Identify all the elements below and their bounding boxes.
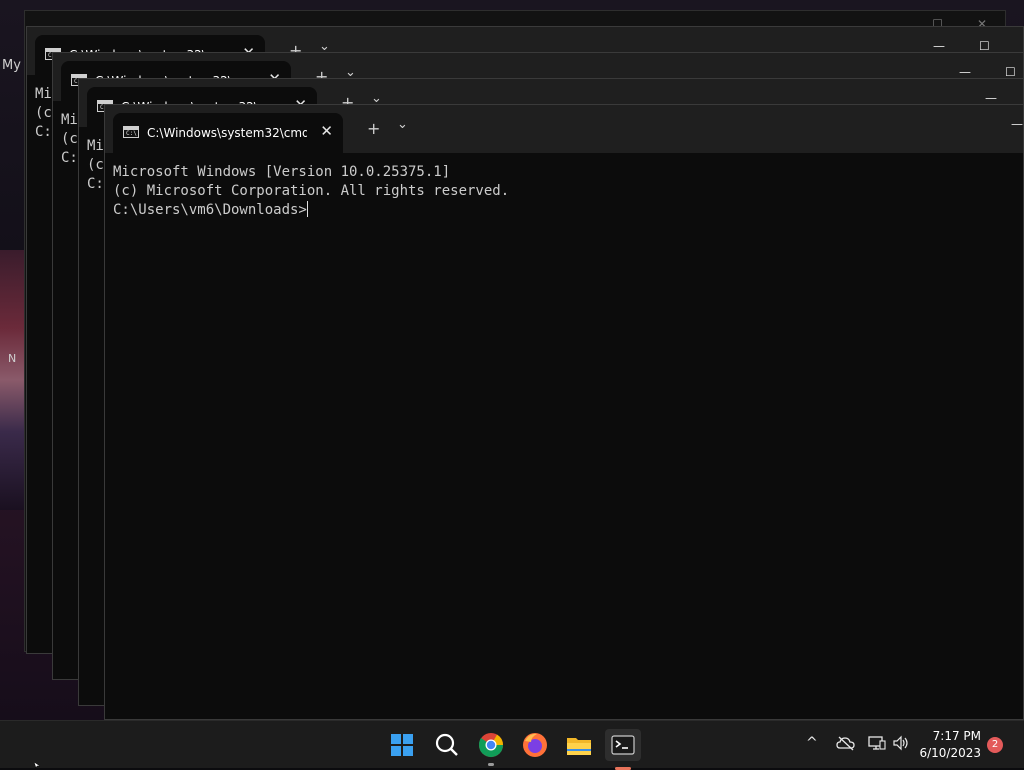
minimize-button[interactable]: — (933, 39, 945, 53)
onedrive-offline-icon[interactable] (836, 735, 856, 755)
terminal-output[interactable]: Microsoft Windows [Version 10.0.25375.1]… (113, 163, 509, 220)
terminal-line: C: (87, 176, 104, 192)
terminal-line: Mi (35, 86, 52, 102)
terminal-output[interactable]: Mi (c C: (35, 85, 52, 142)
tab-cmd-active[interactable]: C:\ C:\Windows\system32\cmd.exe ✕ (113, 113, 343, 153)
title-bar[interactable]: C:\ C:\Windows\system32\cmd.exe ✕ + ⌄ — (105, 105, 1023, 153)
folder-icon (567, 738, 591, 755)
running-indicator (488, 763, 494, 766)
terminal-prompt-line[interactable]: C:\Users\vm6\Downloads> (113, 201, 509, 220)
terminal-line: (c (61, 131, 78, 147)
terminal-line: Mi (87, 138, 104, 154)
mouse-pointer-icon (34, 762, 41, 768)
taskbar: ^ 7:17 PM 6/10/2023 2 (0, 720, 1024, 770)
cmd-icon: C:\ (123, 126, 139, 138)
network-icon[interactable] (868, 735, 886, 755)
minimize-button[interactable]: — (1011, 117, 1023, 131)
minimize-button[interactable]: — (959, 65, 971, 79)
text-cursor (306, 201, 308, 217)
clock-time[interactable]: 7:17 PM (933, 729, 981, 743)
windows-logo-icon (391, 734, 413, 756)
desktop-icon-label[interactable]: N (8, 352, 16, 365)
tab-title: C:\Windows\system32\cmd.exe (147, 126, 307, 140)
terminal-output[interactable]: Mi (c C: (61, 111, 78, 168)
terminal-button[interactable] (605, 729, 641, 770)
chrome-icon (478, 733, 503, 758)
start-button[interactable] (386, 729, 418, 761)
terminal-line: (c (35, 105, 52, 121)
tab-dropdown-button[interactable]: ⌄ (397, 117, 408, 132)
terminal-icon (611, 735, 635, 755)
search-button[interactable] (431, 729, 463, 761)
firefox-button[interactable] (519, 729, 551, 761)
search-icon (435, 733, 458, 756)
clock-date[interactable]: 6/10/2023 (919, 746, 981, 760)
terminal-window-active[interactable]: C:\ C:\Windows\system32\cmd.exe ✕ + ⌄ — … (104, 104, 1024, 720)
maximize-button[interactable]: ☐ (979, 39, 990, 53)
terminal-line: C: (61, 150, 78, 166)
new-tab-button[interactable]: + (367, 119, 380, 138)
volume-icon[interactable] (892, 735, 910, 755)
terminal-line: Mi (61, 112, 78, 128)
file-explorer-button[interactable] (563, 729, 595, 761)
firefox-icon (523, 733, 547, 757)
show-hidden-icons-chevron-icon[interactable]: ^ (806, 735, 818, 751)
terminal-line: C: (35, 124, 52, 140)
desktop-icon-label[interactable]: My (2, 58, 21, 73)
terminal-line: (c (87, 157, 104, 173)
minimize-button[interactable]: — (985, 91, 997, 105)
notification-badge[interactable]: 2 (987, 737, 1003, 753)
terminal-output[interactable]: Mi (c C: (87, 137, 104, 194)
terminal-line-version: Microsoft Windows [Version 10.0.25375.1] (113, 164, 451, 180)
close-tab-icon[interactable]: ✕ (320, 122, 333, 140)
chrome-button[interactable] (475, 729, 507, 766)
terminal-line-copyright: (c) Microsoft Corporation. All rights re… (113, 183, 510, 199)
maximize-button[interactable]: ☐ (1005, 65, 1016, 79)
terminal-prompt: C:\Users\vm6\Downloads> (113, 202, 307, 218)
